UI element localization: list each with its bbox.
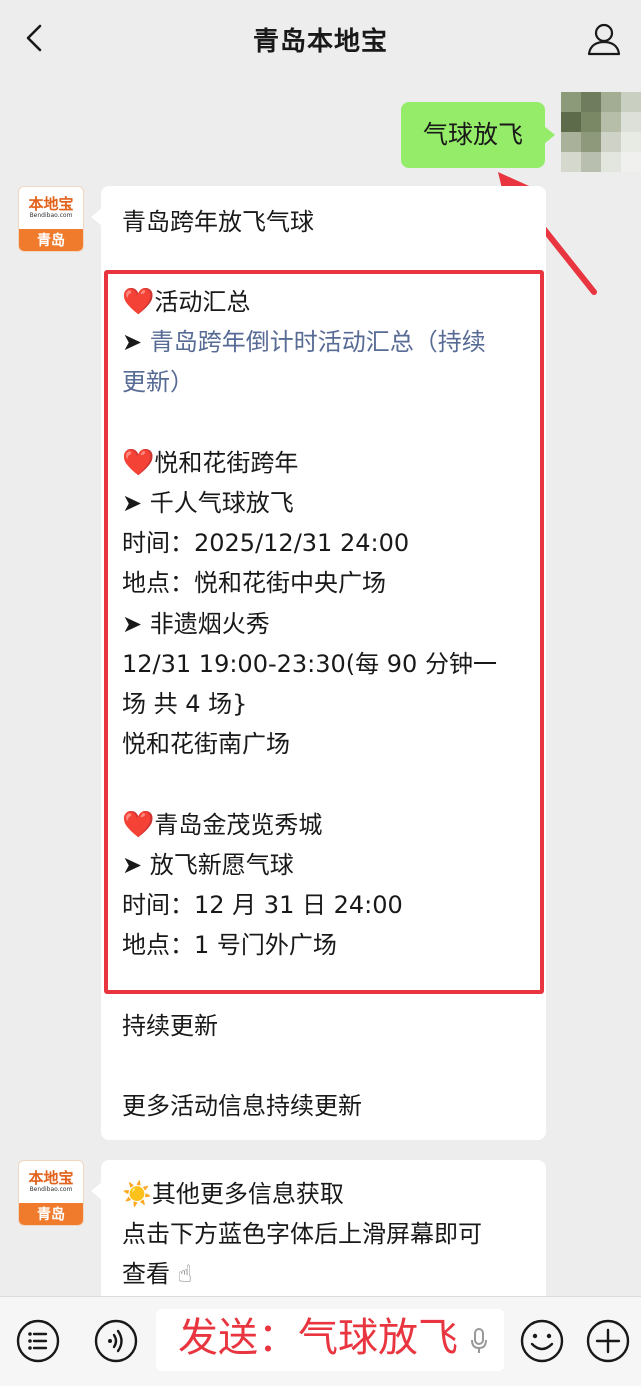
event-place: 地点：悦和花街中央广场 [122, 569, 386, 597]
event-place: 悦和花街南广场 [122, 730, 290, 758]
info-text: 查看 ☝ [122, 1260, 193, 1288]
profile-button[interactable] [585, 20, 623, 58]
arrow-icon: ➤ [122, 610, 143, 638]
event-place: 地点：1 号门外广场 [122, 931, 337, 959]
arrow-icon: ➤ [122, 489, 143, 517]
sent-message-row: 气球放飞 [0, 92, 641, 172]
avatar-logo-text: 本地宝 [28, 195, 74, 213]
info-text: 点击下方蓝色字体后上滑屏幕即可 [122, 1220, 482, 1248]
event-time: 时间：2025/12/31 24:00 [122, 529, 410, 557]
avatar-city-label: 青岛 [19, 229, 83, 251]
section-title: ❤️青岛金茂览秀城 [122, 810, 323, 840]
section-title: ❤️活动汇总 [122, 287, 251, 317]
section-title: ❤️悦和花街跨年 [122, 448, 299, 478]
add-button[interactable] [584, 1317, 632, 1365]
arrow-icon: ➤ [122, 851, 143, 879]
menu-button[interactable] [14, 1317, 62, 1365]
person-icon [587, 23, 621, 56]
voice-icon [94, 1319, 138, 1363]
user-avatar[interactable] [561, 92, 641, 172]
event-time: 12/31 19:00-23:30(每 90 分钟一 [122, 650, 497, 678]
summary-link[interactable]: ➤ 青岛跨年倒计时活动汇总（持续 [122, 322, 486, 362]
avatar-logo-text: 本地宝 [28, 1169, 74, 1187]
chat-title: 青岛本地宝 [252, 26, 388, 57]
sent-message-bubble[interactable]: 气球放飞 [400, 102, 556, 168]
summary-link-continued[interactable]: 更新） [122, 362, 194, 402]
plus-icon [586, 1319, 630, 1363]
event-time-continued: 场 共 4 场} [122, 690, 248, 718]
microphone-icon [471, 1328, 487, 1353]
bot-avatar[interactable]: 本地宝 Bendibao.com 青岛 [18, 186, 84, 252]
arrow-icon: ➤ [122, 328, 143, 356]
message-bubble[interactable]: 青岛跨年放飞气球 ❤️活动汇总 ➤ 青岛跨年倒计时活动汇总（持续 更新） ❤️悦… [91, 186, 546, 1140]
chat-header: 青岛本地宝 [0, 0, 641, 78]
event-title: ➤ 放飞新愿气球 [122, 851, 294, 879]
event-title: ➤ 千人气球放飞 [122, 489, 294, 517]
footer-text: 持续更新 [122, 1012, 218, 1040]
avatar-city-label: 青岛 [19, 1203, 83, 1225]
heart-icon: ❤️ [122, 287, 155, 317]
voice-button[interactable] [92, 1317, 140, 1365]
footer-text: 更多活动信息持续更新 [122, 1092, 362, 1120]
info-heading: ☀️其他更多信息获取 [122, 1180, 344, 1208]
send-instruction-overlay: 发送：气球放飞 [178, 1315, 458, 1361]
avatar-domain-text: Bendibao.com [29, 1186, 73, 1193]
emoji-icon [520, 1319, 564, 1363]
sun-icon: ☀️ [122, 1180, 152, 1208]
pointing-hand-icon: ☝ [177, 1260, 193, 1288]
chevron-left-icon [26, 24, 42, 52]
event-title: ➤ 非遗烟火秀 [122, 610, 270, 638]
emoji-button[interactable] [518, 1317, 566, 1365]
avatar-domain-text: Bendibao.com [29, 212, 73, 219]
heart-icon: ❤️ [122, 448, 155, 478]
list-icon [16, 1319, 60, 1363]
back-button[interactable] [18, 22, 50, 54]
event-time: 时间：12 月 31 日 24:00 [122, 891, 403, 919]
message-heading: 青岛跨年放飞气球 [122, 208, 314, 236]
bot-avatar[interactable]: 本地宝 Bendibao.com 青岛 [18, 1160, 84, 1226]
heart-icon: ❤️ [122, 810, 155, 840]
